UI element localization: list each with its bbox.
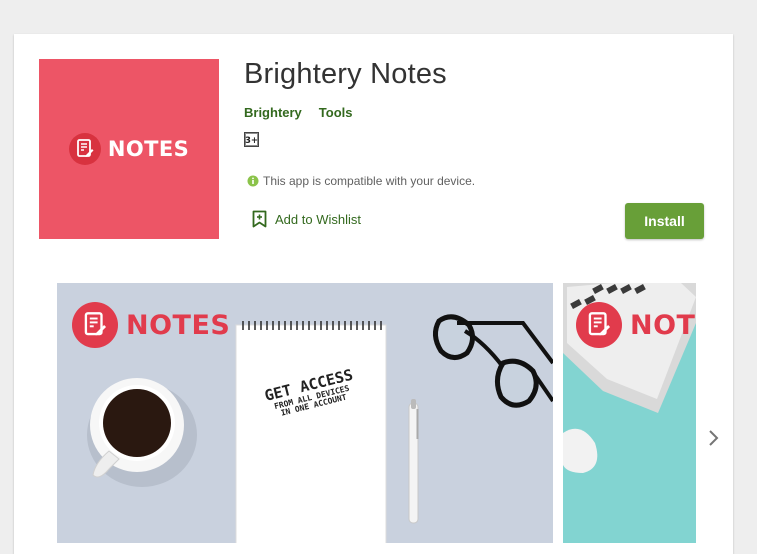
- developer-link[interactable]: Brightery: [244, 105, 302, 120]
- content-rating-text: 3+: [245, 136, 258, 146]
- app-icon-text: NOTES: [107, 137, 190, 161]
- content-rating-icon: 3+: [244, 132, 259, 147]
- compatibility-notice: This app is compatible with your device.: [247, 174, 475, 188]
- app-meta-links: Brightery Tools: [244, 105, 353, 120]
- next-screenshot-button[interactable]: [704, 426, 724, 455]
- wishlist-label: Add to Wishlist: [275, 211, 361, 227]
- screenshot-1-logo-text: NOTES: [126, 309, 231, 341]
- add-to-wishlist-button[interactable]: Add to Wishlist: [252, 210, 361, 228]
- bookmark-icon: [252, 210, 267, 228]
- install-button[interactable]: Install: [625, 203, 704, 239]
- app-icon-logo: NOTES: [68, 133, 190, 165]
- screenshot-2-logo-text: NOTES: [630, 309, 696, 341]
- screenshot-2-logo: NOTES: [576, 302, 696, 348]
- info-icon: [247, 175, 259, 187]
- screenshot-1-logo: NOTES: [72, 302, 230, 348]
- category-link[interactable]: Tools: [319, 105, 353, 120]
- screenshot-1[interactable]: NOTES GET ACCESS FROM ALL DEVICES IN ONE…: [57, 283, 553, 543]
- app-title: Brightery Notes: [244, 58, 447, 90]
- notes-logo-icon: [68, 133, 101, 165]
- notes-logo-icon: [72, 302, 118, 348]
- chevron-right-icon: [709, 430, 719, 446]
- compatibility-text: This app is compatible with your device.: [263, 174, 476, 188]
- notes-logo-icon: [576, 302, 622, 348]
- screenshot-2[interactable]: NOTES: [563, 283, 696, 543]
- app-icon: NOTES: [39, 59, 219, 239]
- content-rating-badge: 3+: [244, 132, 259, 152]
